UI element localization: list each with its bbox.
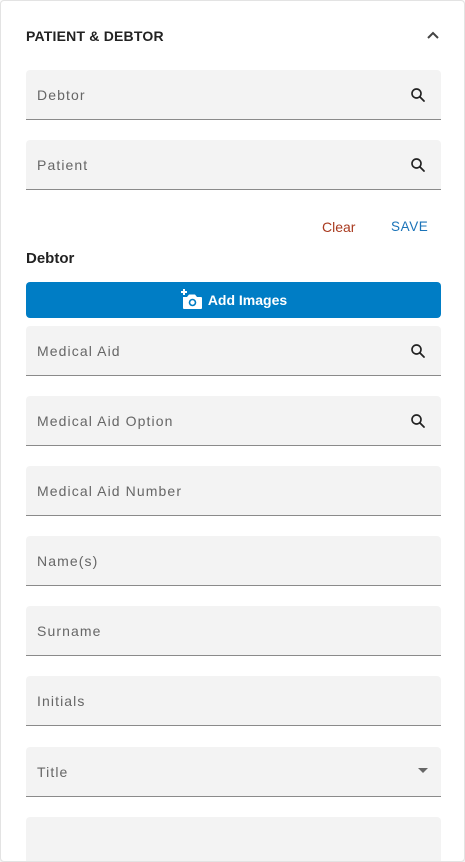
add-images-button[interactable]: Add Images <box>26 282 441 318</box>
medical-aid-label: Medical Aid <box>37 343 121 359</box>
clear-button[interactable]: Clear <box>322 219 355 235</box>
search-icon[interactable] <box>409 412 427 430</box>
debtor-search-field[interactable]: Debtor <box>26 70 441 120</box>
debtor-heading: Debtor <box>26 250 75 267</box>
initials-label: Initials <box>37 693 86 709</box>
title-select[interactable]: Title <box>26 747 441 797</box>
panel-title: PATIENT & DEBTOR <box>26 28 164 44</box>
debtor-search-label: Debtor <box>37 87 86 103</box>
panel-header[interactable]: PATIENT & DEBTOR <box>26 28 444 48</box>
next-field[interactable] <box>26 817 441 861</box>
chevron-up-icon <box>427 31 439 39</box>
add-photo-icon <box>180 289 202 309</box>
search-icon[interactable] <box>409 86 427 104</box>
chevron-down-icon[interactable] <box>418 768 428 773</box>
title-label: Title <box>37 764 69 780</box>
medical-aid-option-label: Medical Aid Option <box>37 413 174 429</box>
surname-field[interactable]: Surname <box>26 606 441 656</box>
patient-search-field[interactable]: Patient <box>26 140 441 190</box>
medical-aid-field[interactable]: Medical Aid <box>26 326 441 376</box>
initials-field[interactable]: Initials <box>26 676 441 726</box>
save-button[interactable]: SAVE <box>391 219 428 234</box>
medical-aid-number-field[interactable]: Medical Aid Number <box>26 466 441 516</box>
patient-debtor-panel: PATIENT & DEBTOR Debtor Patient Clear SA… <box>0 0 465 862</box>
patient-search-label: Patient <box>37 157 89 173</box>
collapse-button[interactable] <box>422 24 444 46</box>
medical-aid-number-label: Medical Aid Number <box>37 483 183 499</box>
names-label: Name(s) <box>37 553 99 569</box>
add-images-label: Add Images <box>207 292 288 308</box>
form-actions: Clear SAVE <box>26 217 441 237</box>
search-icon[interactable] <box>409 156 427 174</box>
surname-label: Surname <box>37 623 102 639</box>
medical-aid-option-field[interactable]: Medical Aid Option <box>26 396 441 446</box>
search-icon[interactable] <box>409 342 427 360</box>
names-field[interactable]: Name(s) <box>26 536 441 586</box>
